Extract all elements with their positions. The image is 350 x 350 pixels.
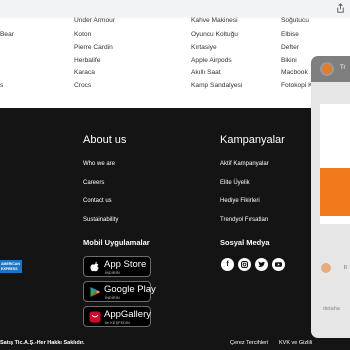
copyright-text: Satış Tic.A.Ş.-Her Hakkı Saklıdır. (0, 340, 85, 346)
link-item[interactable]: Under Armour (74, 17, 115, 25)
youtube-icon[interactable] (272, 258, 285, 271)
link-item[interactable]: Akıllı Saat (191, 69, 221, 77)
site-footer: About us Who we are Careers Contact us S… (0, 108, 350, 350)
footer-link-contact-us[interactable]: Contact us (83, 198, 112, 204)
mobile-apps-heading: Mobil Uygulamalar (83, 238, 150, 247)
twitter-icon[interactable] (255, 258, 268, 271)
link-item[interactable]: Kamp Sandalyesi (191, 82, 242, 90)
facebook-icon[interactable]: f (221, 258, 234, 271)
appgallery-badge[interactable]: AppGallery ile KEŞFEDİN (83, 306, 151, 327)
store-subtitle: İNDİRİN (105, 295, 120, 300)
cookie-preferences-link[interactable]: Çerez Tercihleri (230, 340, 268, 346)
popular-links-section: Bear s Under Armour Koton Pierre Cardin … (0, 17, 350, 108)
google-play-badge[interactable]: Google Play İNDİRİN (83, 281, 156, 302)
link-item[interactable]: Bear (0, 31, 14, 39)
chat-header-title: Tr (340, 65, 346, 71)
chat-action-button[interactable] (320, 168, 350, 216)
campaigns-heading: Kampanyalar (220, 134, 285, 146)
store-name: App Store (104, 259, 147, 270)
privacy-policy-link[interactable]: KVK ve Gizlili (279, 340, 312, 346)
apple-icon (90, 261, 99, 272)
footer-link-gift-ideas[interactable]: Hediye Fikirleri (220, 198, 260, 204)
chat-message-avatar (321, 263, 331, 273)
app-store-badge[interactable]: App Store İNDİRİN (83, 256, 151, 277)
store-name: Google Play (104, 284, 156, 295)
link-item[interactable]: Pierre Cardin (74, 44, 113, 52)
amex-line-1: AMERICAN (1, 262, 20, 266)
footer-link-sustainability[interactable]: Sustainability (83, 217, 118, 223)
social-media-heading: Sosyal Medya (220, 238, 270, 247)
amex-line-2: EXPRESS (1, 267, 18, 271)
link-item[interactable]: Soğutucu (281, 17, 309, 25)
chat-input-hint: detaha (323, 306, 340, 312)
american-express-logo: AMERICAN EXPRESS (0, 260, 22, 273)
link-item[interactable]: Macbook (281, 69, 308, 77)
huawei-appgallery-icon (89, 311, 101, 323)
footer-link-careers[interactable]: Careers (83, 180, 104, 186)
link-item[interactable]: Elbise (281, 31, 299, 39)
chat-message-text: II (344, 265, 347, 271)
link-item[interactable]: s (0, 82, 3, 90)
footer-link-elite-membership[interactable]: Elite Üyelik (220, 180, 250, 186)
footer-link-active-campaigns[interactable]: Aktif Kampanyalar (220, 161, 269, 167)
footer-link-who-we-are[interactable]: Who we are (83, 161, 115, 167)
link-item[interactable]: Fotokopi K (281, 82, 313, 90)
chat-widget[interactable]: Tr II detaha (311, 56, 350, 338)
share-icon[interactable] (335, 3, 346, 14)
link-item[interactable]: Defter (281, 44, 299, 52)
store-name: AppGallery (104, 309, 151, 320)
chat-avatar (320, 62, 334, 76)
link-item[interactable]: Apple Airpods (191, 57, 232, 65)
about-us-heading: About us (83, 134, 127, 146)
browser-top-bar (0, 0, 350, 18)
link-item[interactable]: Karaca (74, 69, 95, 77)
link-item[interactable]: Koton (74, 31, 91, 39)
link-item[interactable]: Crocs (74, 82, 91, 90)
link-item[interactable]: Kırtasiye (191, 44, 217, 52)
footer-link-trendyol-deals[interactable]: Trendyol Fırsatları (220, 217, 268, 223)
google-play-icon (90, 287, 100, 297)
instagram-icon[interactable] (238, 258, 251, 271)
link-item[interactable]: Oyuncu Koltuğu (191, 31, 238, 39)
chat-header[interactable]: Tr (311, 56, 350, 82)
store-subtitle: ile KEŞFEDİN (105, 320, 130, 325)
link-item[interactable]: Herbalife (74, 57, 100, 65)
link-item[interactable]: Bikini (281, 57, 297, 65)
store-subtitle: İNDİRİN (105, 270, 120, 275)
link-item[interactable]: Kahve Makinesi (191, 17, 238, 25)
